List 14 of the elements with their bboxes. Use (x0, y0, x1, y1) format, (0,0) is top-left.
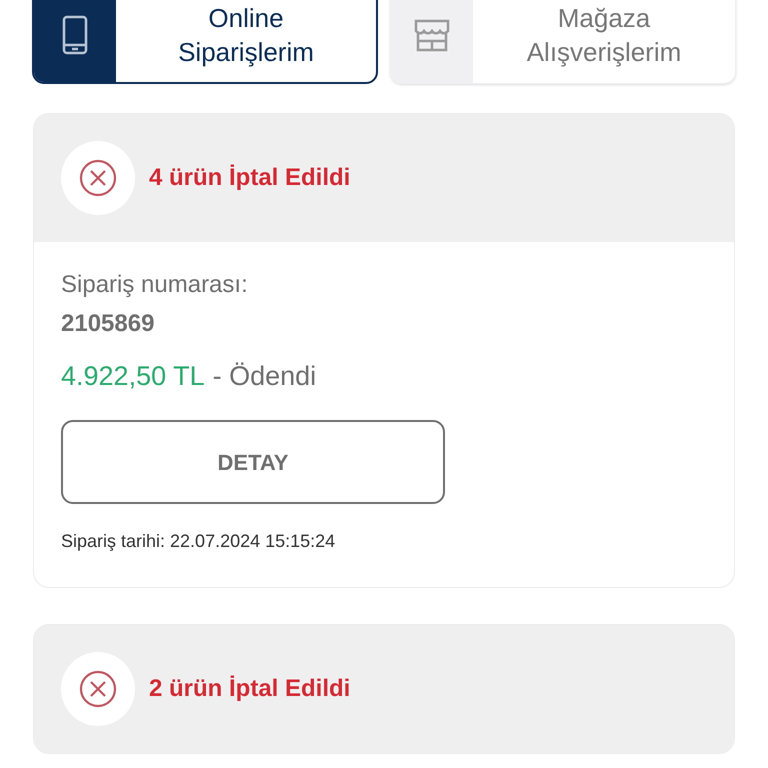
phone-icon (62, 15, 88, 55)
order-status: 4 ürün İptal Edildi (149, 163, 350, 193)
store-icon (413, 17, 451, 53)
order-amount: 4.922,50 TL (61, 360, 205, 393)
detail-button[interactable]: DETAY (61, 420, 445, 504)
cancel-icon (79, 159, 117, 197)
order-number: 2105869 (61, 309, 156, 339)
cancel-icon (79, 670, 117, 708)
order-number-label: Sipariş numarası: (61, 270, 249, 300)
tab[interactable]: Mağaza Alışverişlerim (390, 0, 736, 84)
order-status: 2 ürün İptal Edildi (149, 674, 350, 704)
payment-status: - Ödendi (212, 360, 316, 393)
order-date: Sipariş tarihi: 22.07.2024 15:15:24 (61, 530, 336, 553)
tab[interactable]: Online Siparişlerim (32, 0, 378, 84)
